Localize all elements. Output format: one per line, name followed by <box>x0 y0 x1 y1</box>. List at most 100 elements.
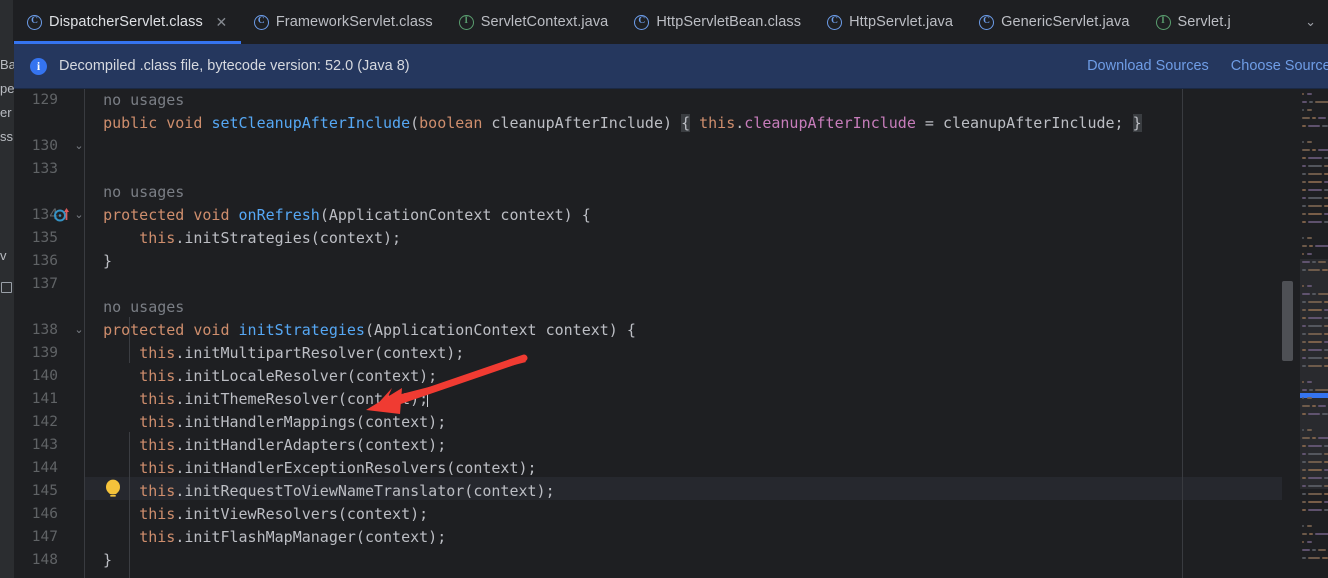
line-number: 138 <box>31 322 58 338</box>
minimap-code-line <box>1307 501 1322 503</box>
minimap-code-line <box>1302 149 1311 151</box>
editor-tab-6[interactable]: Servlet.j <box>1143 0 1244 44</box>
editor-tab-label: Servlet.j <box>1177 14 1231 30</box>
code-line[interactable]: no usages <box>85 296 184 319</box>
code-line[interactable]: no usages <box>85 89 184 112</box>
minimap-code-line <box>1302 165 1306 167</box>
minimap-code-line <box>1302 253 1304 255</box>
checkbox-icon[interactable] <box>1 282 12 293</box>
code-line[interactable]: public void setCleanupAfterInclude(boole… <box>85 112 1142 135</box>
minimap-code-line <box>1312 117 1316 119</box>
editor-tab-3[interactable]: HttpServletBean.class <box>621 0 814 44</box>
minimap-code-line <box>1302 341 1306 343</box>
minimap-code-line <box>1302 429 1304 431</box>
editor-gutter[interactable]: 129 130 ⌄ 133 134 ⌄ 135 136 137 138 ⌄ 139 140 141 142 1… <box>14 89 84 578</box>
minimap-code-line <box>1302 509 1306 511</box>
minimap-code-line <box>1309 101 1313 103</box>
code-line[interactable]: no usages <box>85 181 184 204</box>
line-number: 147 <box>31 529 58 545</box>
minimap-code-line <box>1323 309 1328 311</box>
code-line[interactable]: this.initHandlerAdapters(context); <box>85 434 446 457</box>
minimap-code-line <box>1323 469 1328 471</box>
minimap-code-line <box>1309 533 1313 535</box>
code-line[interactable]: this.initHandlerMappings(context); <box>85 411 446 434</box>
minimap-code-line <box>1307 493 1322 495</box>
editor-tab-5[interactable]: GenericServlet.java <box>966 0 1142 44</box>
editor-tab-label: GenericServlet.java <box>1001 14 1130 30</box>
minimap-code-line <box>1309 245 1313 247</box>
code-line[interactable]: protected void onRefresh(ApplicationCont… <box>85 204 591 227</box>
project-tool-window-sliver[interactable]: Ba pe er ss v <box>0 44 14 578</box>
code-line[interactable]: this.initFlashMapManager(context); <box>85 526 446 549</box>
line-number: 143 <box>31 437 58 453</box>
line-number: 142 <box>31 414 58 430</box>
minimap-code-line <box>1323 173 1328 175</box>
code-line[interactable]: this.initStrategies(context); <box>85 227 401 250</box>
editor-tab-label: HttpServlet.java <box>849 14 954 30</box>
minimap-code-line <box>1307 157 1322 159</box>
minimap-code-line <box>1307 141 1313 143</box>
vertical-scrollbar-thumb[interactable] <box>1282 281 1293 361</box>
stub-text-fragment: er <box>0 106 12 120</box>
minimap-code-line <box>1322 125 1328 127</box>
minimap-code-line <box>1309 389 1313 391</box>
minimap-code-line <box>1307 325 1322 327</box>
minimap-code-line <box>1307 365 1322 367</box>
minimap-code-line <box>1307 125 1321 127</box>
editor-tab-label: HttpServletBean.class <box>656 14 802 30</box>
minimap-code-line <box>1302 405 1311 407</box>
editor-tab-2[interactable]: ServletContext.java <box>446 0 622 44</box>
code-line[interactable]: this.initThemeResolver(context); <box>85 388 429 411</box>
download-sources-link[interactable]: Download Sources <box>1087 58 1209 74</box>
tab-overflow-chevron-down-icon[interactable]: ⌄ <box>1301 0 1328 44</box>
minimap-code-line <box>1307 509 1322 511</box>
minimap-code-line <box>1302 125 1306 127</box>
minimap-code-line <box>1312 149 1316 151</box>
minimap-code-line <box>1307 333 1322 335</box>
minimap-code-line <box>1307 317 1322 319</box>
editor-tab-1[interactable]: FrameworkServlet.class <box>241 0 446 44</box>
code-line[interactable]: } <box>85 250 112 273</box>
choose-sources-link[interactable]: Choose Sources <box>1231 58 1328 74</box>
minimap-code-line <box>1307 109 1313 111</box>
line-number: 136 <box>31 253 58 269</box>
editor-tab-4[interactable]: HttpServlet.java <box>814 0 966 44</box>
code-line[interactable]: this.initRequestToViewNameTranslator(con… <box>85 480 554 503</box>
line-number: 141 <box>31 391 58 407</box>
editor-tab-bar: DispatcherServlet.class ✕ FrameworkServlet… <box>0 0 1328 44</box>
minimap-code-line <box>1323 509 1328 511</box>
minimap-code-line <box>1312 437 1316 439</box>
minimap-code-line <box>1302 349 1306 351</box>
minimap-code-line <box>1302 389 1308 391</box>
minimap-code-line <box>1323 501 1328 503</box>
code-line[interactable]: this.initViewResolvers(context); <box>85 503 428 526</box>
minimap-code-line <box>1323 189 1328 191</box>
close-icon[interactable]: ✕ <box>215 15 228 29</box>
minimap-code-line <box>1307 189 1322 191</box>
line-number: 139 <box>31 345 58 361</box>
minimap-code-line <box>1307 253 1313 255</box>
minimap-code-line <box>1315 101 1328 103</box>
editor-minimap[interactable] <box>1282 89 1328 578</box>
class-icon <box>979 14 995 30</box>
overriding-method-icon[interactable] <box>54 204 71 227</box>
line-number: 137 <box>31 276 58 292</box>
code-text-area[interactable]: no usages public void setCleanupAfterInc… <box>85 89 1328 578</box>
minimap-code-line <box>1302 501 1306 503</box>
code-line[interactable]: this.initHandlerExceptionResolvers(conte… <box>85 457 536 480</box>
minimap-code-line <box>1307 205 1322 207</box>
line-number: 140 <box>31 368 58 384</box>
editor-tab-label: FrameworkServlet.class <box>275 14 433 30</box>
intention-bulb-icon[interactable] <box>102 477 124 500</box>
minimap-code-line <box>1317 149 1328 151</box>
code-editor[interactable]: 129 130 ⌄ 133 134 ⌄ 135 136 137 138 ⌄ 139 140 141 142 1… <box>14 89 1328 578</box>
code-line[interactable]: protected void initStrategies(Applicatio… <box>85 319 636 342</box>
code-line[interactable]: this.initMultipartResolver(context); <box>85 342 464 365</box>
code-line[interactable]: } <box>85 549 112 572</box>
minimap-code-line <box>1302 533 1308 535</box>
minimap-code-line <box>1323 365 1328 367</box>
code-line[interactable]: this.initLocaleResolver(context); <box>85 365 437 388</box>
line-number: 144 <box>31 460 58 476</box>
editor-tab-0[interactable]: DispatcherServlet.class ✕ <box>14 0 241 44</box>
minimap-code-line <box>1302 189 1306 191</box>
